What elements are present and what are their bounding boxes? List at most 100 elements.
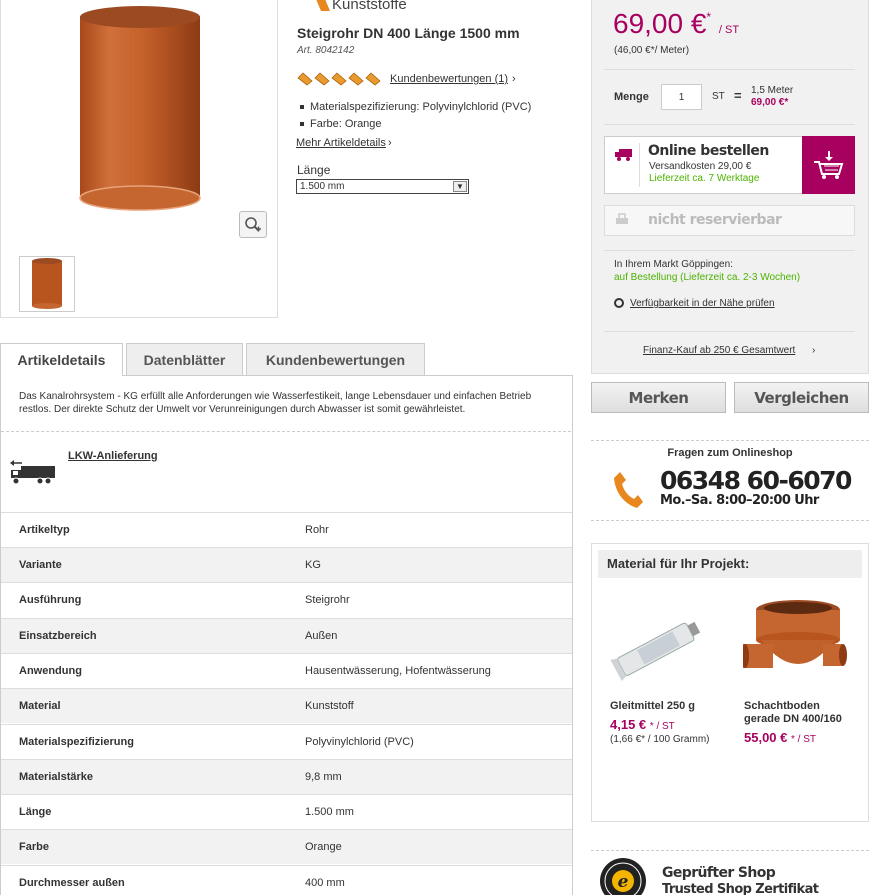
feature-item: Farbe: Orange bbox=[300, 118, 531, 130]
product-base-price: (1,66 €* / 100 Gramm) bbox=[610, 734, 710, 745]
truck-icon bbox=[10, 460, 56, 489]
order-title: Online bestellen bbox=[648, 143, 769, 159]
product-name[interactable]: Schachtboden gerade DN 400/160 bbox=[744, 700, 842, 726]
chevron-right-icon: › bbox=[388, 137, 392, 149]
price-asterisk: * bbox=[706, 10, 712, 24]
lubricant-image[interactable] bbox=[608, 612, 708, 682]
product-name-line: Schachtboden bbox=[744, 700, 820, 712]
phone-icon bbox=[612, 470, 644, 513]
divider bbox=[604, 124, 855, 125]
add-to-cart-button[interactable] bbox=[802, 136, 855, 194]
length-label: Länge bbox=[297, 163, 331, 177]
spec-value: Kunststoff bbox=[305, 700, 354, 712]
zoom-button[interactable] bbox=[239, 211, 267, 238]
spec-key: Einsatzbereich bbox=[19, 630, 97, 642]
divider bbox=[591, 850, 869, 851]
delivery-truck-icon bbox=[615, 147, 633, 164]
star-icon bbox=[314, 72, 330, 86]
spec-key: Materialspezifizierung bbox=[19, 736, 134, 748]
product-name-line: gerade DN 400/160 bbox=[744, 713, 842, 725]
product-price-value: 55,00 € bbox=[744, 730, 788, 745]
spec-key: Material bbox=[19, 700, 61, 712]
opening-hours: Mo.–Sa. 8:00–20:00 Uhr bbox=[660, 493, 819, 508]
spec-value: 400 mm bbox=[305, 877, 345, 889]
zoom-icon bbox=[245, 216, 261, 232]
product-price-unit: * / ST bbox=[649, 721, 675, 732]
spec-key: Artikeltyp bbox=[19, 524, 70, 536]
article-number: Art. 8042142 bbox=[297, 45, 355, 56]
phone-number[interactable]: 06348 60-6070 bbox=[660, 466, 852, 495]
spec-row: Material Kunststoff bbox=[1, 688, 572, 723]
star-icon bbox=[348, 72, 364, 86]
rating: Kundenbewertungen (1) › bbox=[297, 72, 516, 86]
tab-datenblaetter[interactable]: Datenblätter bbox=[126, 343, 243, 375]
reviews-link[interactable]: Kundenbewertungen (1) bbox=[390, 73, 508, 85]
product-price-unit: * / ST bbox=[791, 734, 817, 745]
product-thumbnail[interactable] bbox=[19, 256, 75, 312]
reserve-icon bbox=[614, 212, 630, 229]
brand-logo: Kunststoffe bbox=[316, 0, 407, 13]
spec-key: Länge bbox=[19, 806, 52, 818]
brand-name: Kunststoffe bbox=[332, 0, 407, 13]
tab-kundenbewertungen[interactable]: Kundenbewertungen bbox=[246, 343, 425, 375]
chevron-right-icon: › bbox=[512, 73, 516, 85]
shaft-base-image[interactable] bbox=[743, 596, 847, 692]
spec-value: Außen bbox=[305, 630, 338, 642]
spec-key: Variante bbox=[19, 559, 62, 571]
equals-sign: = bbox=[734, 88, 742, 103]
trust-title: Geprüfter Shop bbox=[662, 865, 776, 881]
product-image[interactable] bbox=[78, 4, 202, 212]
spec-key: Materialstärke bbox=[19, 771, 93, 783]
product-price: 55,00 € * / ST bbox=[744, 730, 816, 745]
spec-value: Polyvinylchlorid (PVC) bbox=[305, 736, 414, 748]
spec-row: Länge 1.500 mm bbox=[1, 794, 572, 829]
length-select-value: 1.500 mm bbox=[300, 181, 345, 192]
spec-value: Steigrohr bbox=[305, 594, 350, 606]
price-unit: / ST bbox=[718, 24, 740, 36]
quantity-meters: 1,5 Meter bbox=[751, 85, 794, 96]
market-label: In Ihrem Markt Göppingen: bbox=[614, 259, 733, 270]
delivery-time: Lieferzeit ca. 7 Werktage bbox=[649, 173, 760, 184]
price-value: 69,00 € bbox=[613, 8, 707, 39]
product-title: Steigrohr DN 400 Länge 1500 mm bbox=[297, 25, 520, 41]
svg-text:e: e bbox=[618, 872, 629, 892]
spec-row: Durchmesser außen 400 mm bbox=[1, 865, 572, 895]
divider bbox=[604, 250, 855, 251]
length-select[interactable]: 1.500 mm ▼ bbox=[296, 179, 469, 194]
spec-row: Einsatzbereich Außen bbox=[1, 618, 572, 653]
shipping-cost: Versandkosten 29,00 € bbox=[649, 161, 752, 172]
trusted-shops-seal-icon[interactable]: e bbox=[600, 858, 646, 895]
chevron-down-icon: ▼ bbox=[453, 181, 467, 192]
finance-link[interactable]: Finanz-Kauf ab 250 € Gesamtwert bbox=[643, 345, 795, 356]
spec-value: 1.500 mm bbox=[305, 806, 354, 818]
spec-row: Materialstärke 9,8 mm bbox=[1, 759, 572, 794]
spec-value: 9,8 mm bbox=[305, 771, 342, 783]
contact-title: Fragen zum Onlineshop bbox=[667, 447, 793, 459]
star-icon bbox=[331, 72, 347, 86]
spec-row: Artikeltyp Rohr bbox=[1, 512, 572, 547]
quantity-input[interactable]: 1 bbox=[661, 84, 702, 110]
product-price: 4,15 € * / ST bbox=[610, 717, 675, 732]
spec-value: Rohr bbox=[305, 524, 329, 536]
compare-button[interactable]: Vergleichen bbox=[734, 382, 869, 413]
product-name[interactable]: Gleitmittel 250 g bbox=[610, 700, 695, 713]
divider bbox=[604, 69, 855, 70]
spec-row: Anwendung Hausentwässerung, Hofentwässeru… bbox=[1, 653, 572, 688]
base-price: (46,00 €*/ Meter) bbox=[614, 45, 690, 56]
remember-button[interactable]: Merken bbox=[591, 382, 726, 413]
quantity-label: Menge bbox=[614, 91, 649, 103]
trust-subtitle: Trusted Shop Zertifikat bbox=[662, 882, 819, 895]
divider bbox=[639, 143, 640, 187]
quantity-total: 69,00 €* bbox=[751, 97, 789, 108]
spec-key: Durchmesser außen bbox=[19, 877, 125, 889]
more-details-link[interactable]: Mehr Artikeldetails bbox=[296, 137, 386, 149]
tab-artikeldetails[interactable]: Artikeldetails bbox=[0, 343, 123, 376]
spec-row: Ausführung Steigrohr bbox=[1, 582, 572, 617]
truck-delivery-link[interactable]: LKW-Anlieferung bbox=[68, 450, 158, 462]
divider bbox=[591, 440, 869, 441]
check-availability-link[interactable]: Verfügbarkeit in der Nähe prüfen bbox=[630, 298, 775, 309]
divider bbox=[1, 431, 571, 432]
chevron-right-icon: › bbox=[812, 345, 816, 356]
materials-title: Material für Ihr Projekt: bbox=[598, 550, 862, 578]
key-features: Materialspezifizierung: Polyvinylchlorid… bbox=[300, 101, 531, 135]
